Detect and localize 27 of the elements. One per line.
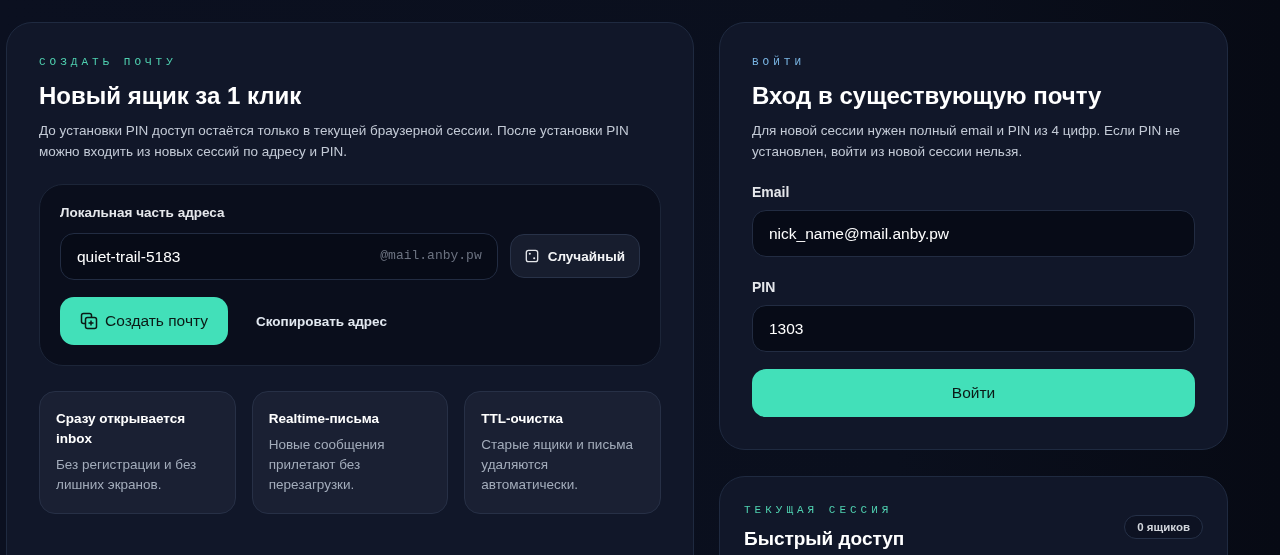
feature-text: Без регистрации и без лишних экранов. (56, 456, 198, 494)
feature-title: Realtime-письма (268, 410, 380, 428)
card-description: До установки PIN доступ остаётся только в текущей браузерной сессии. После установки PIN можно входить из новых сессий по адресу и PIN. (39, 122, 630, 161)
card-title: Вход в существующую почту (752, 82, 1103, 110)
random-button[interactable]: Случайный (509, 234, 640, 278)
field-label: Локальная часть адреса (60, 205, 226, 220)
copy-address-link[interactable]: Скопировать адрес (256, 313, 387, 329)
field-label: PIN (752, 279, 777, 295)
card-title: Быстрый доступ (744, 528, 905, 550)
card-description: Для новой сессии нужен полный email и PIN из 4 цифр. Если PIN не установлен, войти из новой сессии нельзя. (752, 122, 1182, 161)
domain-suffix: @mail.anby.pw (380, 248, 482, 263)
mailbox-count-badge: 0 ящиков (1124, 515, 1203, 539)
feature-text: Новые сообщения прилетают без перезагрузки. (268, 436, 386, 494)
dice-icon (524, 249, 539, 263)
card-title: Новый ящик за 1 клик (39, 82, 303, 110)
input-field[interactable]: 1303 (752, 305, 1195, 352)
create-mail-button[interactable]: Создать почту (60, 297, 228, 345)
login-button[interactable]: Войти (752, 369, 1195, 417)
section-eyebrow: ТЕКУЩАЯ СЕССИЯ (744, 504, 894, 516)
section-eyebrow: СОЗДАТЬ ПОЧТУ (39, 56, 178, 68)
field-label: Email (752, 184, 791, 200)
copy-plus-icon (80, 312, 98, 330)
feature-text: Старые ящики и письма удаляются автоматически. (481, 436, 634, 494)
section-eyebrow: ВОЙТИ (752, 56, 806, 68)
feature-title: TTL-очистка (481, 410, 564, 428)
input-field[interactable]: nick_name@mail.anby.pw (752, 210, 1195, 257)
feature-title: Сразу открывается inbox (56, 410, 187, 448)
